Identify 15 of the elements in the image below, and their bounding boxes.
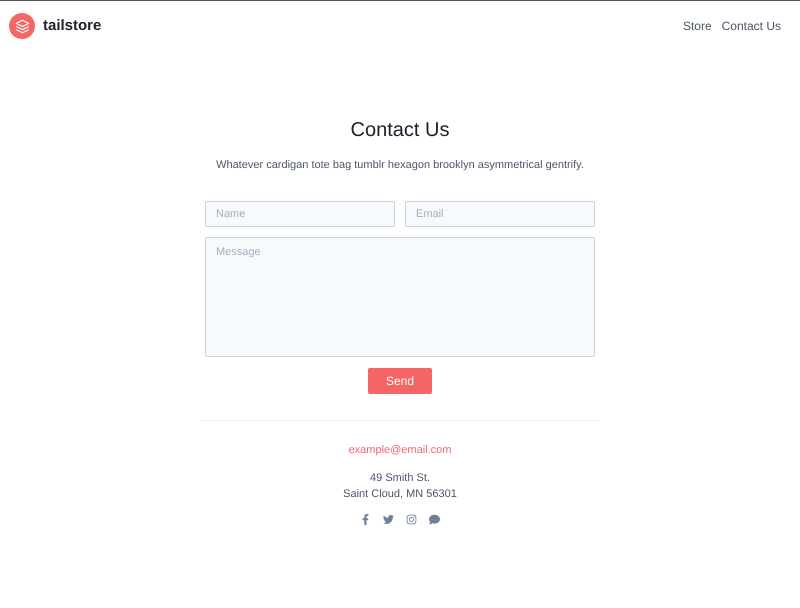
facebook-icon[interactable] (360, 514, 371, 525)
nav-link[interactable]: Contact Us (722, 17, 781, 35)
address-line: 49 Smith St. (370, 471, 430, 486)
chat-bubble-icon[interactable] (429, 514, 440, 525)
brand-name: tailstore (43, 16, 102, 36)
logo-icon (9, 13, 35, 39)
message-field[interactable]: Message (205, 236, 595, 356)
subtitle: Whatever cardigan tote bag tumblr hexagon brooklyn asymmetrical gentrify. (216, 158, 584, 173)
input-field[interactable]: Name (205, 200, 395, 226)
nav-link[interactable]: Store (682, 17, 712, 35)
twitter-icon[interactable] (383, 514, 394, 525)
address-line: Saint Cloud, MN 56301 (343, 487, 457, 502)
instagram-icon[interactable] (406, 514, 417, 525)
input-field[interactable]: Email (405, 200, 595, 226)
page-title: Contact Us (350, 118, 450, 143)
